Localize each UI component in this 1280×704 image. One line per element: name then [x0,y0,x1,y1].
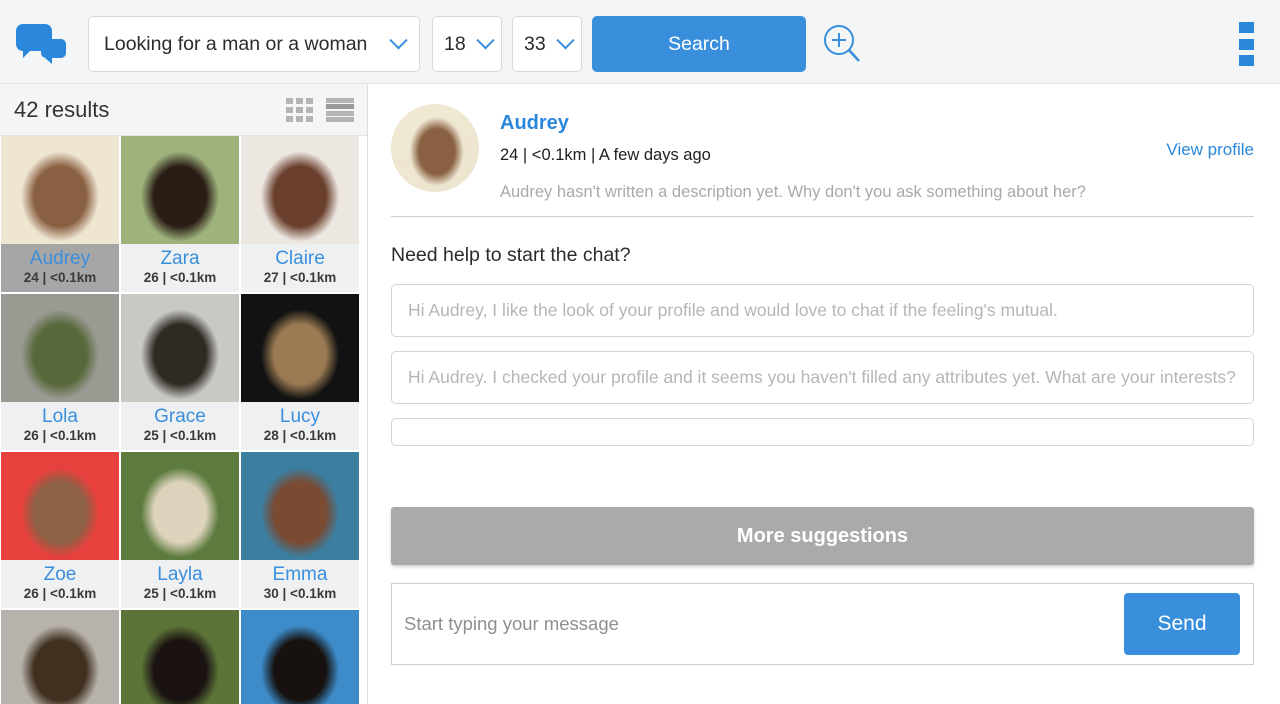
message-compose-bar: Send [391,583,1254,665]
profile-card-name: Zara [160,248,200,269]
suggestions-list: Hi Audrey, I like the look of your profi… [391,284,1254,565]
send-button[interactable]: Send [1124,593,1240,655]
profile-card-name: Emma [272,564,328,585]
profile-card-name: Lucy [279,406,321,427]
profile-card[interactable]: Lucy 28 | <0.1km [241,294,359,450]
profile-card-name: Claire [275,248,325,269]
profile-card[interactable] [241,610,359,704]
app-header: Looking for a man or a woman 18 33 Searc… [0,0,1280,84]
profile-meta: 24 | <0.1km | A few days ago [500,146,711,164]
profile-card[interactable]: Claire 27 | <0.1km [241,136,359,292]
profile-description: Audrey hasn't written a description yet.… [500,183,1086,201]
profile-card-meta: 28 | <0.1km [263,428,337,443]
profile-card-meta: 26 | <0.1km [23,586,97,601]
profile-card-meta: 25 | <0.1km [143,586,217,601]
profile-card[interactable]: Lola 26 | <0.1km [1,294,119,450]
profile-thumbnail [241,136,359,244]
chevron-down-icon [389,30,408,49]
profile-card-meta: 27 | <0.1km [263,270,337,285]
profile-thumbnail [1,294,119,402]
help-title: Need help to start the chat? [391,244,631,266]
message-input[interactable] [392,613,1124,635]
profile-thumbnail [121,294,239,402]
profile-header: Audrey 24 | <0.1km | A few days ago Audr… [369,84,1280,202]
suggestion-item[interactable] [391,418,1254,446]
looking-for-select[interactable]: Looking for a man or a woman [88,16,420,72]
profile-card-name: Lola [42,406,78,427]
results-sidebar: 42 results Audrey 24 | <0.1km Zara 26 | <0.… [0,84,368,704]
profile-thumbnail [121,136,239,244]
profile-card-meta: 30 | <0.1km [263,586,337,601]
profile-card-meta: 26 | <0.1km [143,270,217,285]
looking-for-value: Looking for a man or a woman [104,32,368,55]
profile-thumbnail [121,452,239,560]
suggestion-item[interactable]: Hi Audrey. I checked your profile and it… [391,351,1254,404]
search-button[interactable]: Search [592,16,806,72]
profile-card[interactable] [121,610,239,704]
chevron-down-icon [556,30,575,49]
profile-card[interactable]: Zoe 26 | <0.1km [1,452,119,608]
profile-thumbnail [241,452,359,560]
profile-thumbnail [1,610,119,704]
profile-card-meta: 25 | <0.1km [143,428,217,443]
age-max-value: 33 [524,32,546,55]
profile-card-name: Layla [157,564,203,585]
profile-card[interactable]: Emma 30 | <0.1km [241,452,359,608]
list-view-icon[interactable] [326,98,354,122]
chat-panel: Audrey 24 | <0.1km | A few days ago Audr… [369,84,1280,704]
chevron-down-icon [476,30,495,49]
profile-avatar[interactable] [391,104,479,192]
view-profile-link[interactable]: View profile [1166,140,1254,160]
profile-thumbnail [241,610,359,704]
age-min-select[interactable]: 18 [432,16,502,72]
age-min-value: 18 [444,32,466,55]
profile-card-meta: 24 | <0.1km [23,270,97,285]
age-max-select[interactable]: 33 [512,16,582,72]
magnifier-plus-icon[interactable] [820,22,864,66]
profile-card-name: Zoe [43,564,77,585]
profile-card-name: Grace [154,406,206,427]
header-divider [391,216,1254,217]
profile-card[interactable]: Audrey 24 | <0.1km [1,136,119,292]
profile-name-link[interactable]: Audrey [500,112,569,135]
chat-bubbles-icon [12,22,70,64]
suggestion-item[interactable]: Hi Audrey, I like the look of your profi… [391,284,1254,337]
profile-thumbnail [241,294,359,402]
profile-thumbnail [1,452,119,560]
profile-card-name: Audrey [29,248,91,269]
profile-card[interactable]: Zara 26 | <0.1km [121,136,239,292]
profile-thumbnail [121,610,239,704]
profile-thumbnail [1,136,119,244]
results-count: 42 results [14,96,110,122]
grid-view-icon[interactable] [286,98,314,122]
profile-grid: Audrey 24 | <0.1km Zara 26 | <0.1km Claire 27… [0,136,367,704]
profile-card[interactable] [1,610,119,704]
more-suggestions-button[interactable]: More suggestions [391,507,1254,565]
results-toolbar: 42 results [0,84,367,136]
profile-card[interactable]: Layla 25 | <0.1km [121,452,239,608]
profile-card-meta: 26 | <0.1km [23,428,97,443]
profile-card[interactable]: Grace 25 | <0.1km [121,294,239,450]
kebab-menu-icon[interactable] [1238,22,1254,66]
